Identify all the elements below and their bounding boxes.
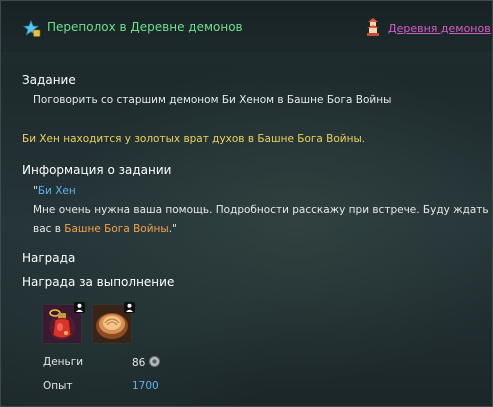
dialogue-line-2: вас в Башне Бога Войны." [33, 219, 177, 239]
money-value: 86 [132, 356, 160, 369]
person-badge-icon [74, 302, 85, 313]
speaker-line: "Би Хен [33, 181, 76, 201]
quest-title: Переполох в Деревне демонов [47, 20, 243, 34]
place-name: Башне Бога Войны [64, 223, 169, 235]
exp-value: 1700 [132, 380, 159, 392]
dialogue-prefix: вас в [33, 223, 65, 235]
money-label: Деньги [43, 356, 84, 368]
reward-item-potion[interactable] [42, 302, 85, 344]
info-heading: Информация о задании [22, 163, 172, 177]
reward-heading: Награда [22, 251, 76, 265]
zone-link[interactable]: Деревня демонов [388, 22, 491, 35]
speaker-name: Би Хен [37, 185, 76, 197]
quest-star-icon [23, 20, 41, 37]
objective-hint: Би Хен находится у золотых врат духов в … [22, 133, 366, 145]
dialogue-line-1: Мне очень нужна ваша помощь. Подробности… [33, 204, 489, 216]
dialogue-suffix: ." [168, 223, 177, 235]
exp-label: Опыт [43, 380, 73, 392]
pagoda-icon [367, 18, 379, 36]
objective-text: Поговорить со старшим демоном Би Хеном в… [33, 94, 392, 106]
money-amount: 86 [132, 357, 146, 369]
reward-subheading: Награда за выполнение [22, 275, 175, 289]
objective-heading: Задание [22, 73, 76, 87]
quest-header: Переполох в Деревне демонов Деревня демо… [1, 1, 492, 54]
quest-window: Переполох в Деревне демонов Деревня демо… [0, 0, 493, 407]
reward-item-dumplings[interactable] [92, 302, 135, 344]
silver-coin-icon [148, 356, 160, 367]
person-badge-icon [124, 302, 135, 313]
